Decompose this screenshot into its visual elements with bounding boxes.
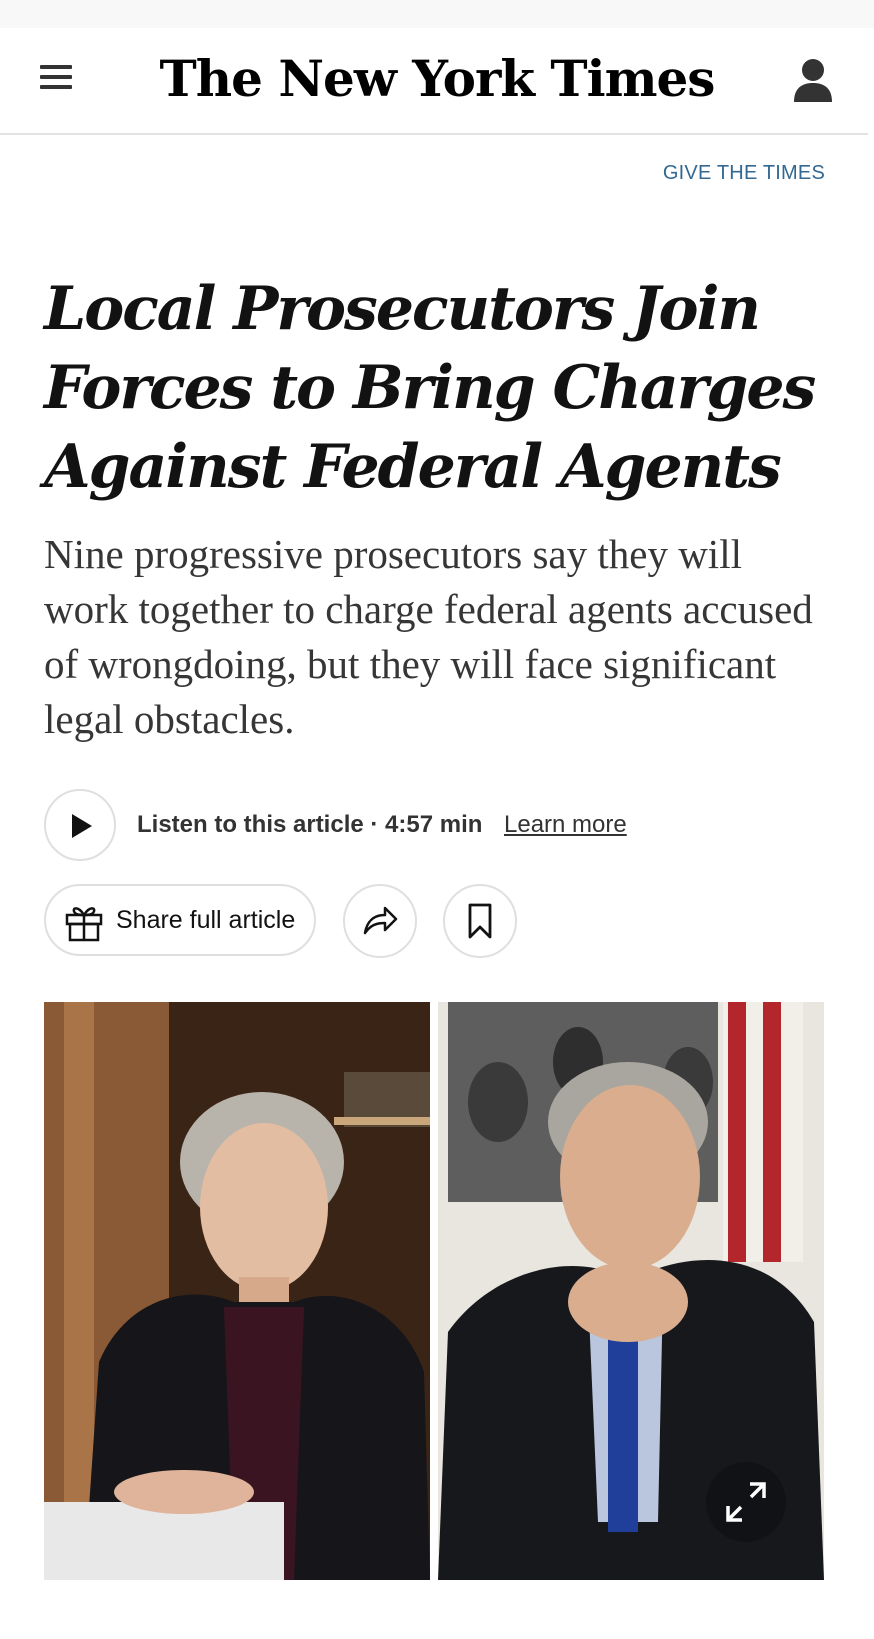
listen-bar: Listen to this article · 4:57 min Learn …: [44, 789, 844, 861]
save-button[interactable]: [443, 884, 517, 958]
give-the-times-link[interactable]: GIVE THE TIMES: [663, 162, 825, 185]
share-full-article-button[interactable]: Share full article: [44, 884, 316, 956]
expand-icon: [726, 1482, 766, 1522]
gift-icon: [65, 907, 103, 942]
site-header: The New York Times: [0, 28, 868, 135]
article-summary: Nine progressive prosecutors say they wi…: [44, 531, 813, 742]
share-button[interactable]: [343, 884, 417, 958]
browser-top-strip: [0, 0, 874, 28]
learn-more-link[interactable]: Learn more: [504, 811, 627, 839]
masthead-logo[interactable]: The New York Times: [0, 42, 874, 116]
play-button[interactable]: [44, 789, 116, 861]
article-headline: Local Prosecutors Join Forces to Bring C…: [44, 274, 816, 502]
expand-image-button[interactable]: [706, 1462, 786, 1542]
play-icon: [72, 814, 92, 838]
person-icon[interactable]: [790, 56, 836, 106]
article-photo-left[interactable]: [44, 1002, 430, 1580]
article-actions: Share full article: [44, 884, 844, 958]
share-full-article-label: Share full article: [116, 906, 296, 934]
share-arrow-icon: [363, 906, 398, 935]
listen-duration-label: Listen to this article · 4:57 min: [137, 811, 483, 838]
bookmark-icon: [468, 903, 492, 939]
